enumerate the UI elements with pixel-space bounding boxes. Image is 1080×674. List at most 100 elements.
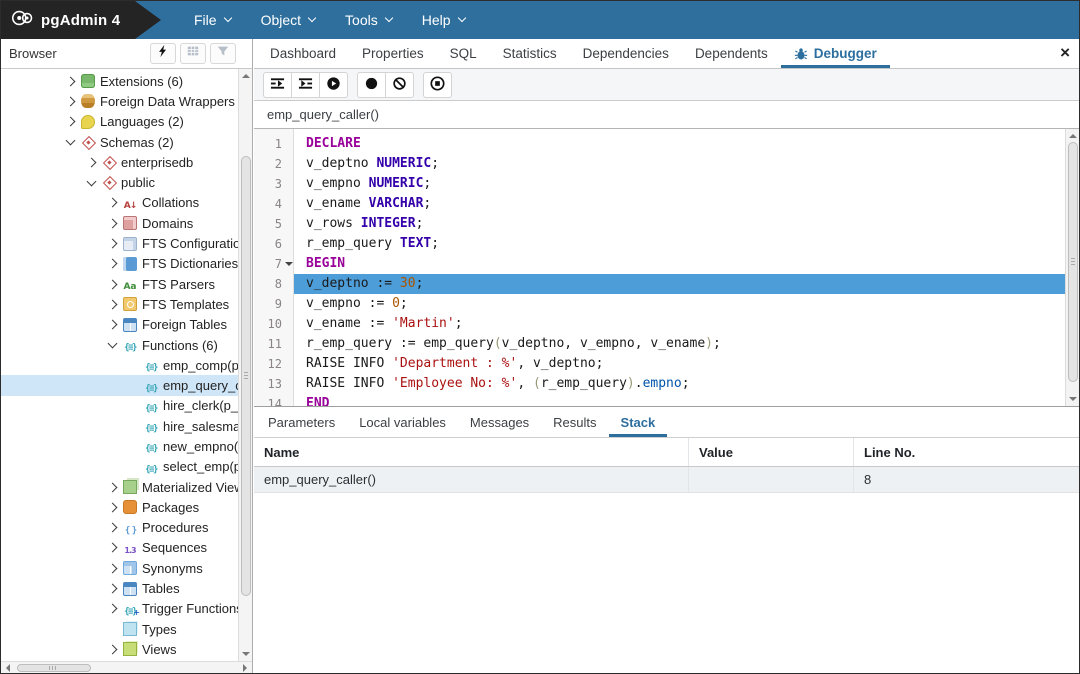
chevron-right-icon[interactable] [66,76,76,86]
tree-item-domains[interactable]: Domains [1,213,238,233]
chevron-right-icon[interactable] [108,523,118,533]
stop-button[interactable] [423,72,452,98]
tab-stack[interactable]: Stack [609,407,668,437]
scroll-right-arrow-icon[interactable] [243,664,251,672]
chevron-right-icon[interactable] [108,502,118,512]
tab-local-variables[interactable]: Local variables [347,407,458,437]
sidebar-vertical-scrollbar[interactable] [238,69,252,661]
tree-item-fts-templates[interactable]: FTS Templates [1,294,238,314]
tree-item-materialized-views[interactable]: Materialized Views [1,477,238,497]
tree-item-enterprisedb[interactable]: enterprisedb [1,152,238,172]
scroll-left-arrow-icon[interactable] [2,664,10,672]
chevron-down-icon[interactable] [108,339,118,349]
editor-vertical-scrollbar[interactable] [1065,129,1079,406]
tree-item-types[interactable]: Types [1,619,238,639]
clear-all-breakpoints-button[interactable] [385,72,414,98]
tree-item-fts-configurations[interactable]: FTS Configurations [1,233,238,253]
tree-item-procedures[interactable]: Procedures [1,518,238,538]
chevron-down-icon[interactable] [87,176,97,186]
chevron-right-icon[interactable] [66,117,76,127]
tree-item-emp-query-cal[interactable]: emp_query_cal [1,375,238,395]
code-line: 2v_deptno NUMERIC; [254,154,1065,174]
query-tool-button[interactable] [150,43,176,64]
code-editor[interactable]: 1DECLARE2v_deptno NUMERIC;3v_empno NUMER… [254,129,1079,406]
browser-panel-header: Browser [1,39,252,69]
tree-item-emp-comp-p-s[interactable]: emp_comp(p_s [1,355,238,375]
tree-item-synonyms[interactable]: Synonyms [1,558,238,578]
tree-item-label: Types [142,622,177,637]
tab-statistics[interactable]: Statistics [490,39,570,68]
tree-item-foreign-data-wrappers-2[interactable]: Foreign Data Wrappers (2 [1,91,238,111]
tree-item-fts-dictionaries[interactable]: FTS Dictionaries [1,254,238,274]
chevron-down-icon[interactable] [66,136,76,146]
tree-item-public[interactable]: public [1,172,238,192]
tree-item-sequences[interactable]: Sequences [1,538,238,558]
tree-item-collations[interactable]: Collations [1,193,238,213]
tab-dependencies[interactable]: Dependencies [570,39,682,68]
tab-label: Messages [470,415,529,430]
tree-item-functions-6[interactable]: Functions (6) [1,335,238,355]
chevron-right-icon[interactable] [108,543,118,553]
chevron-right-icon[interactable] [108,482,118,492]
tree-item-select-emp-p-e[interactable]: select_emp(p_e [1,457,238,477]
menu-file[interactable]: File [181,3,244,37]
chevron-right-icon[interactable] [108,198,118,208]
fold-marker-icon[interactable] [285,262,293,270]
code-token: RAISE INFO [306,376,392,391]
chevron-right-icon[interactable] [108,584,118,594]
close-icon[interactable]: × [1060,42,1070,64]
tree-item-fts-parsers[interactable]: FTS Parsers [1,274,238,294]
sidebar-hscroll-thumb[interactable] [17,664,91,672]
tab-properties[interactable]: Properties [349,39,437,68]
tree-item-hire-salesman[interactable]: hire_salesman( [1,416,238,436]
chevron-right-icon[interactable] [108,259,118,269]
sidebar-horizontal-scrollbar[interactable] [1,661,252,673]
chevron-right-icon[interactable] [108,239,118,249]
chevron-right-icon[interactable] [66,96,76,106]
tab-dashboard[interactable]: Dashboard [257,39,349,68]
scroll-up-arrow-icon[interactable] [1069,130,1077,138]
tree-item-languages-2[interactable]: Languages (2) [1,112,238,132]
step-into-button[interactable] [263,72,292,98]
chevron-right-icon[interactable] [108,279,118,289]
tree-item-schemas-2[interactable]: Schemas (2) [1,132,238,152]
chevron-down-icon [308,14,316,22]
tab-messages[interactable]: Messages [458,407,541,437]
tab-debugger[interactable]: Debugger [781,39,890,68]
menu-tools[interactable]: Tools [332,3,405,37]
scroll-down-arrow-icon[interactable] [1069,397,1077,405]
function-icon [144,358,158,372]
tree-item-foreign-tables[interactable]: Foreign Tables [1,315,238,335]
tree-item-views[interactable]: Views [1,639,238,659]
tree-item-new-empno[interactable]: new_empno() [1,436,238,456]
chevron-right-icon[interactable] [108,299,118,309]
tab-parameters[interactable]: Parameters [256,407,347,437]
tree-item-tables[interactable]: Tables [1,578,238,598]
menu-object[interactable]: Object [248,3,328,37]
scroll-down-arrow-icon[interactable] [242,652,250,660]
continue-button[interactable] [319,72,348,98]
editor-vscroll-thumb[interactable] [1068,142,1078,382]
tab-dependents[interactable]: Dependents [682,39,781,68]
chevron-right-icon[interactable] [108,604,118,614]
chevron-right-icon[interactable] [108,218,118,228]
tree-item-extensions-6[interactable]: Extensions (6) [1,71,238,91]
toggle-breakpoint-button[interactable] [357,72,386,98]
chevron-right-icon[interactable] [87,157,97,167]
tree-item-packages[interactable]: Packages [1,497,238,517]
tab-sql[interactable]: SQL [437,39,490,68]
function-icon [144,439,158,453]
step-over-button[interactable] [291,72,320,98]
chevron-right-icon[interactable] [108,563,118,573]
menu-help[interactable]: Help [409,3,478,37]
tree-item-hire-clerk-p-en[interactable]: hire_clerk(p_en [1,396,238,416]
sidebar-vscroll-thumb[interactable] [241,156,251,596]
line-number: 5 [254,214,294,234]
chevron-right-icon[interactable] [108,645,118,655]
line-number: 10 [254,314,294,334]
chevron-right-icon[interactable] [108,320,118,330]
tab-results[interactable]: Results [541,407,608,437]
tree-item-trigger-functions[interactable]: Trigger Functions [1,599,238,619]
table-row[interactable]: emp_query_caller()8 [254,467,1079,493]
scroll-up-arrow-icon[interactable] [242,70,250,78]
